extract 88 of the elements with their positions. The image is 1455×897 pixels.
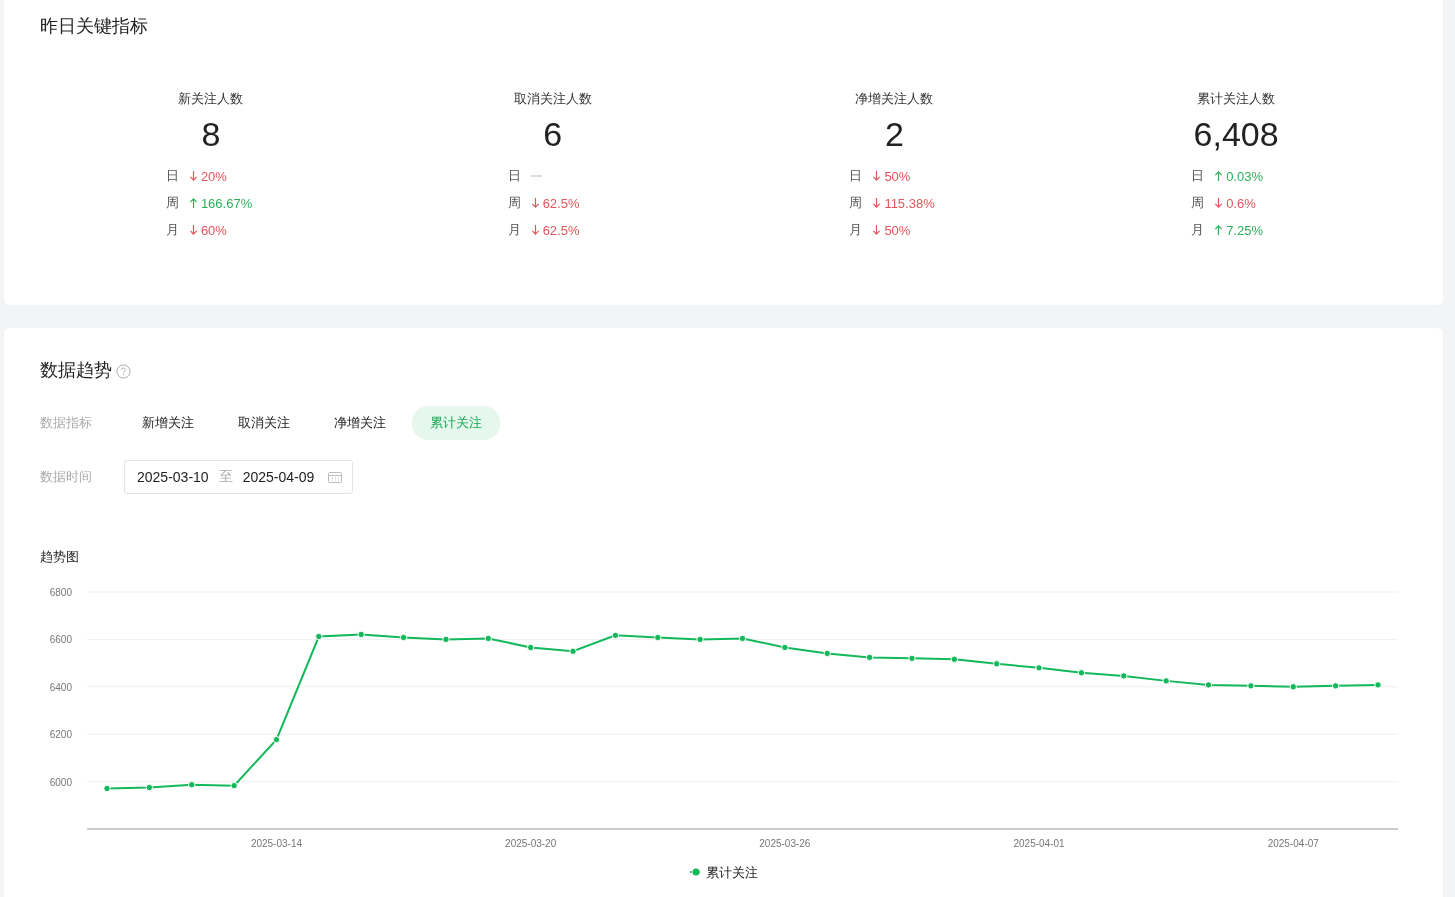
data-point bbox=[823, 649, 831, 658]
data-point bbox=[1204, 681, 1213, 689]
y-axis-label: 6800 bbox=[49, 587, 72, 598]
change-value: 0.03% bbox=[1226, 168, 1263, 184]
y-axis-label: 6200 bbox=[49, 729, 72, 741]
data-point bbox=[1374, 681, 1382, 689]
metric-value: 2 bbox=[884, 114, 904, 154]
data-point bbox=[696, 635, 704, 644]
metric-value: 8 bbox=[201, 114, 221, 154]
end-date: 2025-04-09 bbox=[242, 469, 315, 485]
metric-label: 净增关注人数 bbox=[855, 90, 934, 108]
period-label: 月 bbox=[165, 221, 179, 239]
x-axis-label: 2025-03-14 bbox=[250, 838, 303, 849]
range-separator: 至 bbox=[218, 468, 233, 486]
legend-marker-icon bbox=[689, 868, 703, 876]
metric-label: 累计关注人数 bbox=[1197, 90, 1276, 108]
period-label: 月 bbox=[849, 221, 863, 239]
data-point bbox=[1331, 682, 1340, 690]
period-label: 周 bbox=[849, 194, 863, 212]
data-point bbox=[993, 660, 1001, 668]
period-label: 日 bbox=[849, 167, 863, 185]
data-point bbox=[908, 654, 916, 663]
period-label: 日 bbox=[1191, 167, 1205, 185]
x-axis-label: 2025-03-20 bbox=[505, 838, 557, 849]
y-axis-label: 6600 bbox=[49, 634, 72, 646]
period-label: 日 bbox=[507, 167, 521, 185]
data-point bbox=[188, 781, 196, 789]
metric-value: 6 bbox=[543, 114, 563, 154]
section-title: 昨日关键指标 bbox=[40, 15, 149, 38]
data-point bbox=[1035, 664, 1043, 672]
data-point bbox=[526, 643, 535, 652]
data-point bbox=[1077, 669, 1086, 677]
data-point bbox=[1247, 682, 1255, 690]
data-point bbox=[272, 735, 281, 744]
change-value: 20% bbox=[200, 168, 227, 184]
x-axis-label: 2025-04-07 bbox=[1267, 838, 1319, 849]
data-point bbox=[357, 630, 365, 639]
change-value: 7.25% bbox=[1226, 222, 1263, 238]
data-point bbox=[442, 635, 450, 644]
change-value: 62.5% bbox=[542, 222, 580, 238]
change-value: 0.6% bbox=[1226, 195, 1256, 211]
metric-label: 取消关注人数 bbox=[513, 90, 592, 108]
data-point bbox=[950, 655, 959, 663]
change-value: 62.5% bbox=[542, 195, 580, 211]
legend-label: 累计关注 bbox=[706, 865, 758, 880]
y-axis-label: 6400 bbox=[49, 681, 72, 693]
filter-label: 数据时间 bbox=[40, 468, 93, 486]
data-point bbox=[1120, 672, 1128, 680]
data-point bbox=[865, 653, 874, 662]
x-axis-label: 2025-04-01 bbox=[1013, 838, 1065, 849]
metric-tab[interactable]: 净增关注 bbox=[316, 406, 404, 440]
period-label: 月 bbox=[1191, 221, 1205, 239]
period-label: 日 bbox=[165, 167, 179, 185]
start-date: 2025-03-10 bbox=[137, 469, 209, 485]
filter-label: 数据指标 bbox=[40, 414, 93, 432]
data-point bbox=[1289, 683, 1297, 691]
y-axis-label: 6000 bbox=[49, 776, 72, 788]
date-range-field[interactable]: 2025-03-10 至 2025-04-09 bbox=[124, 460, 354, 494]
data-point bbox=[145, 783, 154, 792]
metric-value: 6,408 bbox=[1193, 114, 1279, 154]
change-value: 166.67% bbox=[200, 195, 253, 211]
data-point bbox=[103, 784, 111, 793]
data-point bbox=[399, 633, 408, 642]
data-point bbox=[1162, 677, 1170, 685]
chart-title: 趋势图 bbox=[40, 548, 80, 566]
section-title: 数据趋势 bbox=[40, 359, 112, 382]
change-value: 60% bbox=[200, 222, 227, 238]
data-point bbox=[569, 647, 577, 655]
metric-tab[interactable]: 新增关注 bbox=[124, 406, 212, 440]
calendar-icon[interactable] bbox=[328, 471, 343, 483]
change-value: 50% bbox=[884, 168, 911, 184]
metric-tab[interactable]: 取消关注 bbox=[220, 406, 308, 440]
data-point bbox=[781, 643, 789, 652]
period-label: 周 bbox=[165, 194, 179, 212]
period-label: 月 bbox=[507, 221, 521, 239]
change-value: 50% bbox=[884, 222, 911, 238]
metric-label: 新关注人数 bbox=[178, 90, 244, 108]
data-point bbox=[611, 631, 620, 640]
change-value: 115.38% bbox=[884, 195, 935, 211]
data-point bbox=[738, 634, 747, 643]
help-icon[interactable] bbox=[116, 363, 131, 379]
data-point bbox=[230, 781, 238, 790]
data-point bbox=[484, 634, 492, 643]
period-label: 周 bbox=[1191, 194, 1205, 212]
data-point bbox=[315, 632, 323, 641]
period-label: 周 bbox=[507, 194, 521, 212]
x-axis-label: 2025-03-26 bbox=[759, 838, 811, 849]
data-point bbox=[654, 633, 662, 642]
